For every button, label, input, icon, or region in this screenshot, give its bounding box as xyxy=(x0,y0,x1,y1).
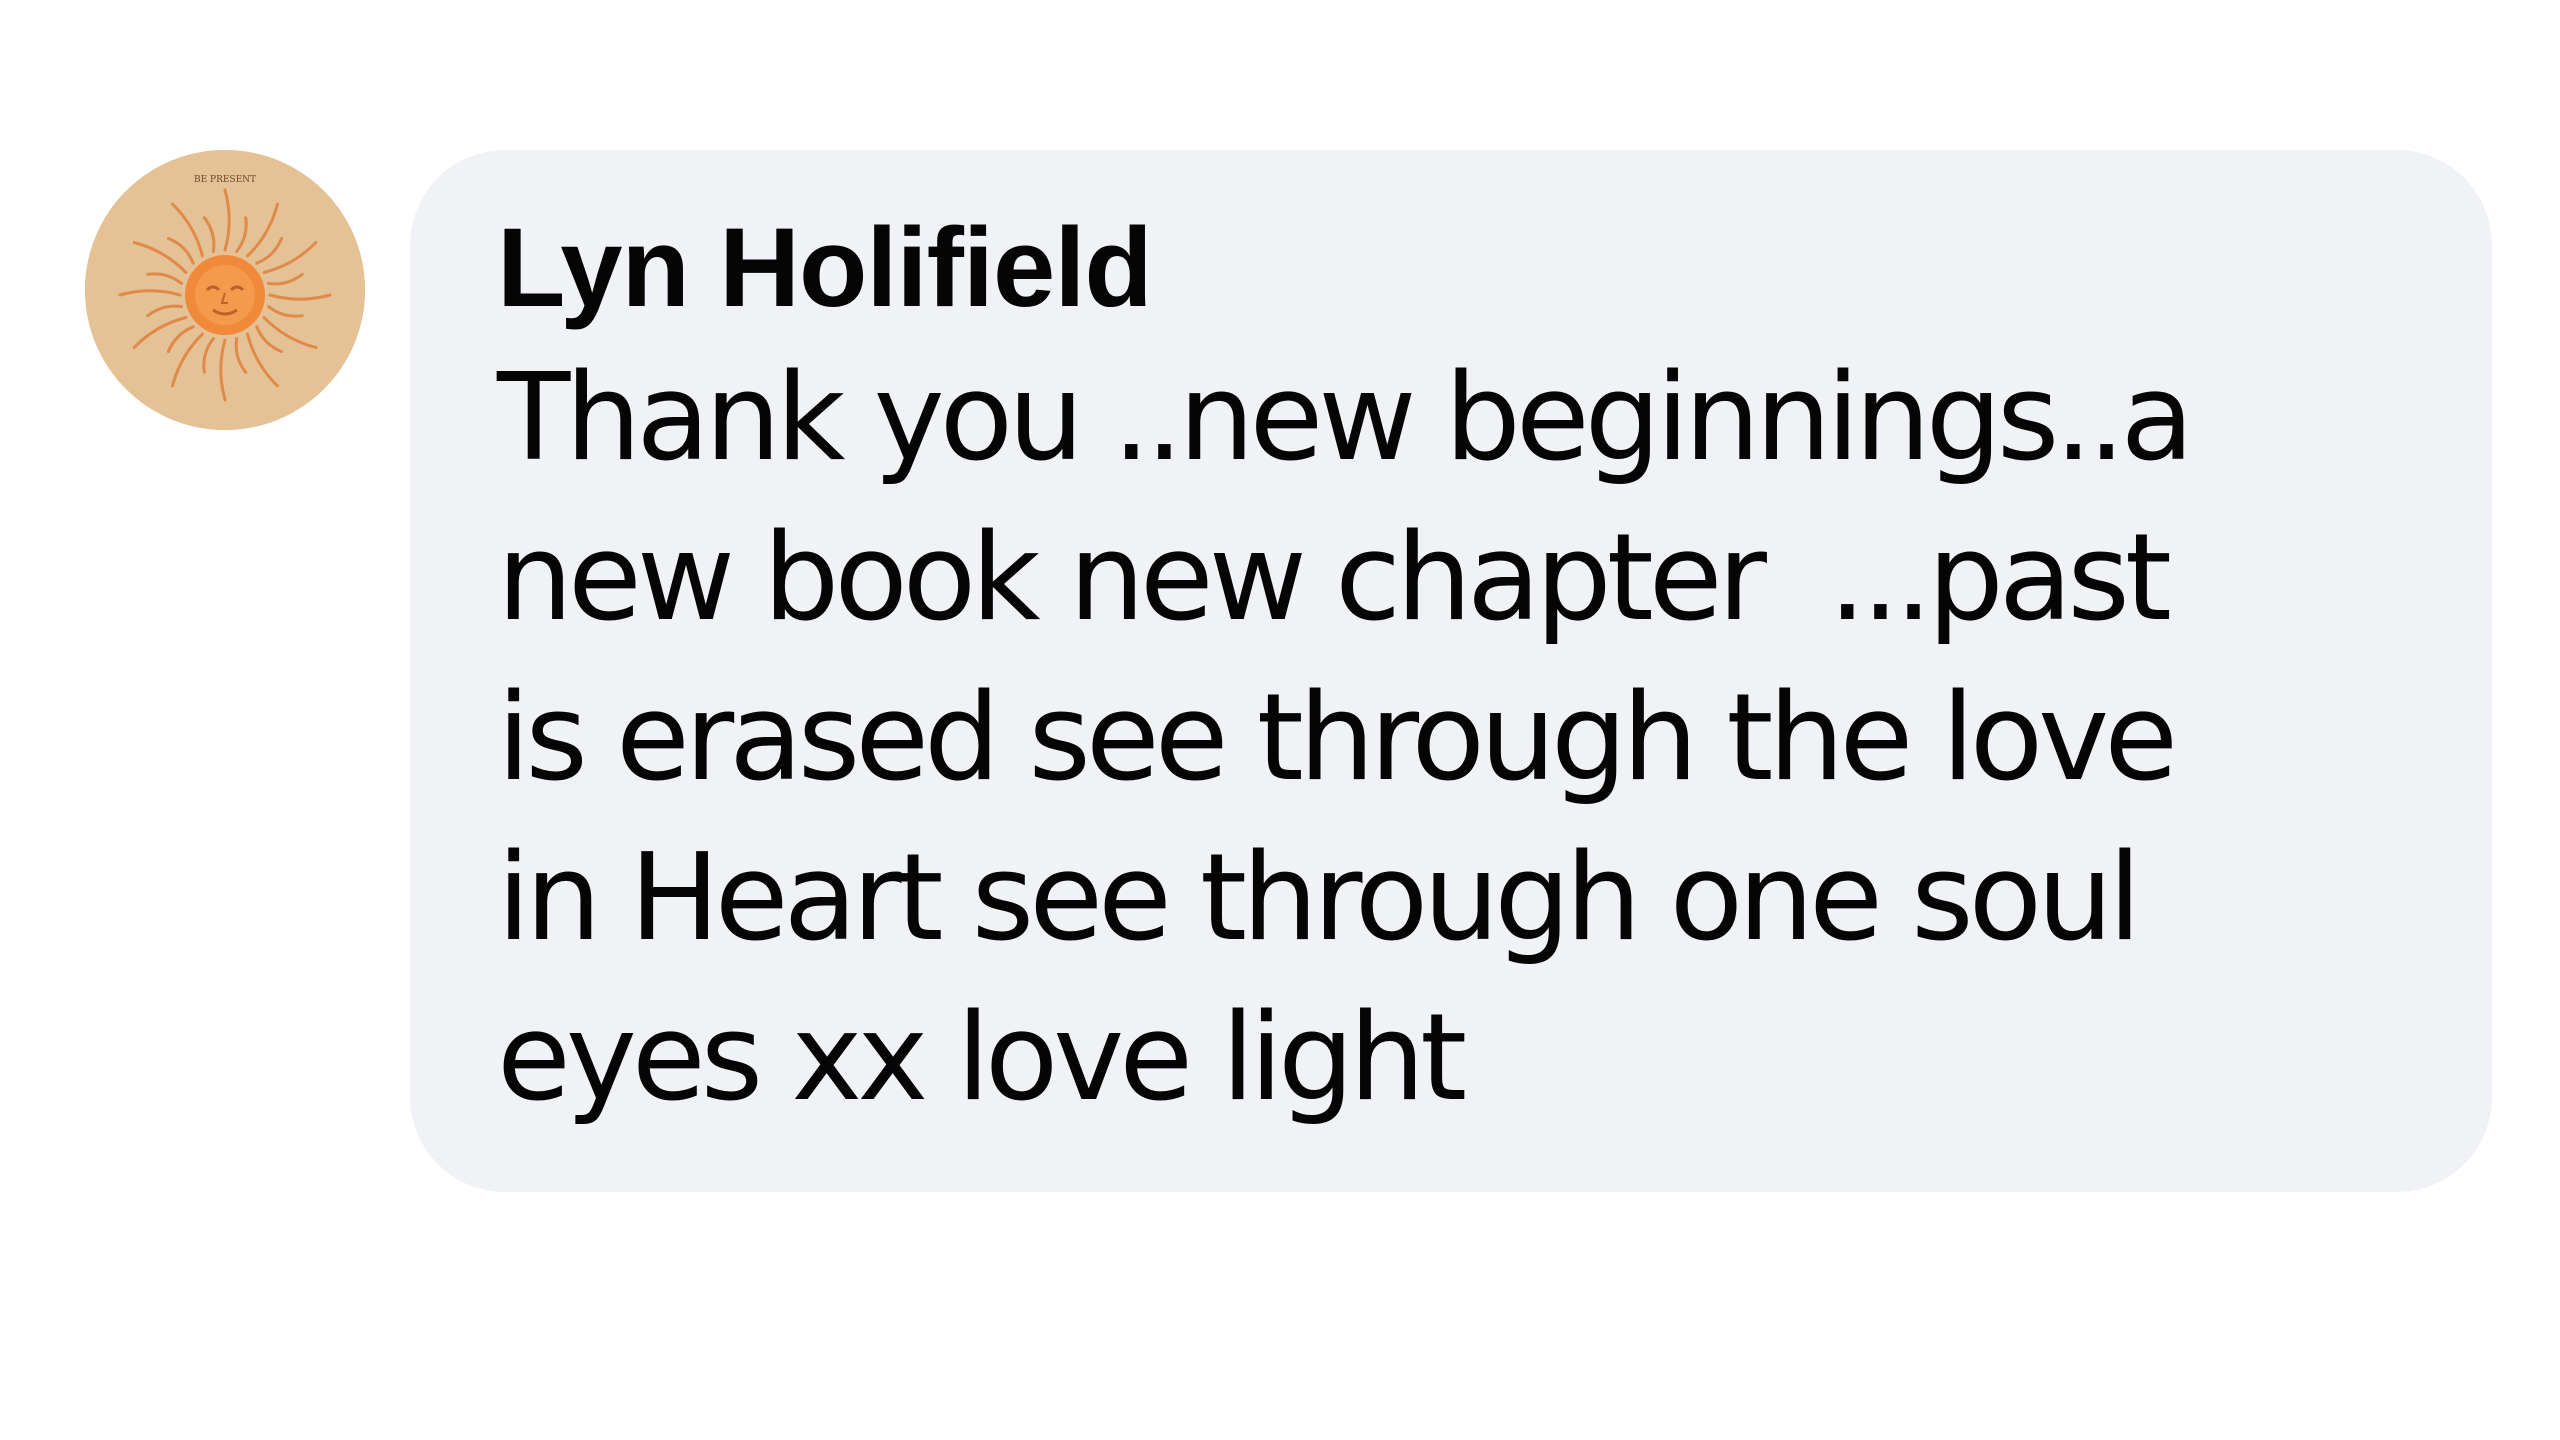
comment-line: Thank you ..new beginnings..a xyxy=(497,349,2194,488)
comment-body: Thank you ..new beginnings..a new book n… xyxy=(497,339,2402,1139)
page: BE PRESENT Lyn Holifield Thank you ..new… xyxy=(0,0,2560,1440)
comment-line: new book new chapter ...past xyxy=(497,509,2172,648)
comment-line: eyes xx love light xyxy=(497,989,1467,1128)
comment-line: is erased see through the love xyxy=(497,669,2178,808)
comment: BE PRESENT Lyn Holifield Thank you ..new… xyxy=(0,0,2560,1440)
avatar-caption: BE PRESENT xyxy=(194,175,256,185)
avatar[interactable]: BE PRESENT xyxy=(85,150,365,430)
comment-bubble: Lyn Holifield Thank you ..new beginnings… xyxy=(410,150,2492,1192)
comment-author[interactable]: Lyn Holifield xyxy=(497,200,2402,335)
sun-face-icon: BE PRESENT xyxy=(85,150,365,430)
comment-line: in Heart see through one soul xyxy=(497,829,2141,968)
